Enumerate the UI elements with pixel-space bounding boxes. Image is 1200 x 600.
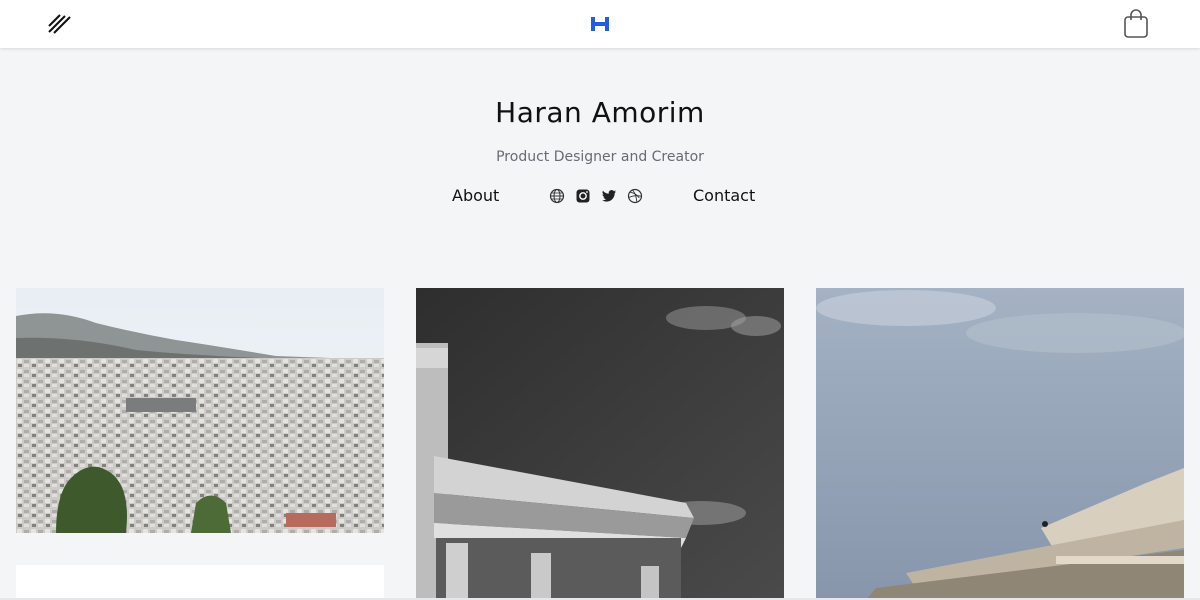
dribbble-link[interactable] [626, 187, 644, 205]
ancient-temple-bw-photo [416, 288, 784, 600]
gallery-tile-blank [16, 565, 384, 600]
instagram-link[interactable] [574, 187, 592, 205]
menu-slashes-icon [48, 14, 71, 34]
logo-h-icon [591, 17, 609, 31]
instagram-icon [576, 189, 590, 203]
globe-link[interactable] [548, 187, 566, 205]
globe-icon [549, 188, 565, 204]
cart-button[interactable] [1120, 8, 1152, 40]
logo[interactable] [585, 10, 615, 38]
twitter-link[interactable] [600, 187, 618, 205]
gallery-tile-city[interactable] [16, 288, 384, 533]
page-title: Haran Amorim [495, 96, 705, 129]
city-photo [16, 288, 384, 533]
nav-about-link[interactable]: About [452, 186, 499, 205]
gallery-tile-temple-sky[interactable] [816, 288, 1184, 600]
nav-contact-link[interactable]: Contact [693, 186, 755, 205]
shopping-bag-icon [1124, 9, 1148, 38]
menu-button[interactable] [44, 10, 76, 38]
page-subtitle: Product Designer and Creator [496, 149, 704, 165]
top-bar [0, 0, 1200, 48]
ancient-temple-sky-photo [816, 288, 1184, 600]
gallery-tile-temple-bw[interactable] [416, 288, 784, 600]
twitter-icon [602, 190, 616, 202]
dribbble-icon [627, 188, 643, 204]
